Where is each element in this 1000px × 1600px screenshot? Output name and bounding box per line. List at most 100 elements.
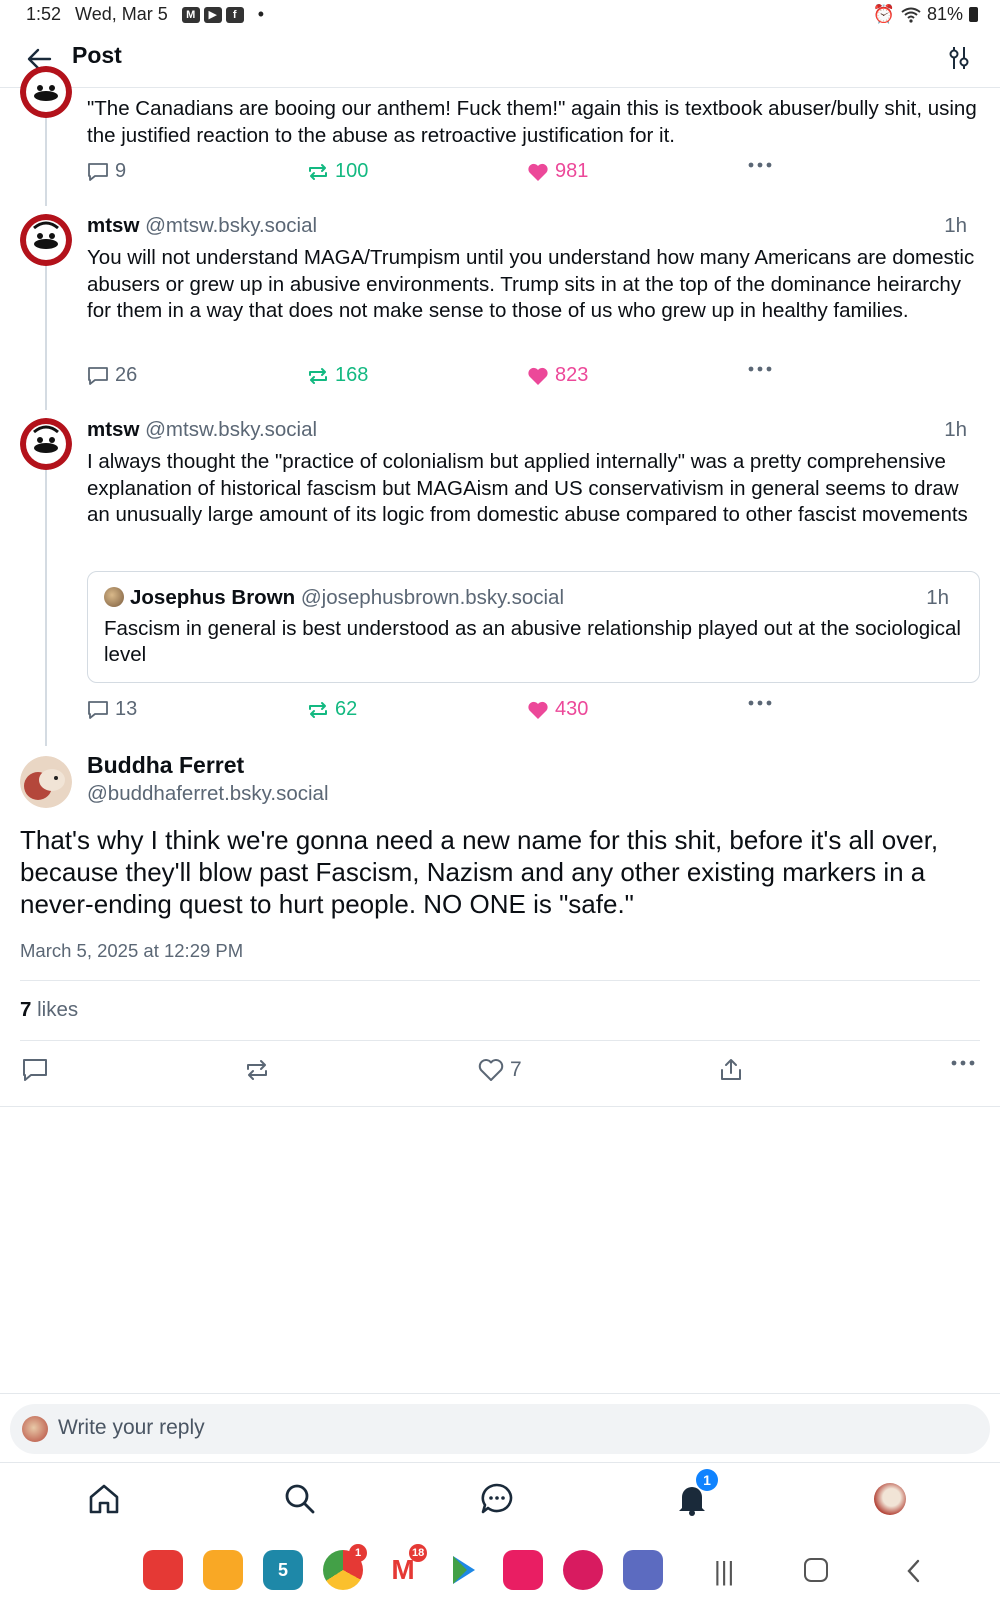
gmail-app-icon[interactable]: M 18 [383,1544,428,1590]
search-icon[interactable] [282,1481,318,1517]
notification-badge: 1 [696,1469,718,1491]
avatar[interactable] [20,418,72,470]
alarm-icon: ⏰ [872,4,895,24]
chrome-app-icon[interactable]: 1 [323,1544,367,1590]
main-post-text: That's why I think we're gonna need a ne… [20,825,939,919]
thread-settings-icon[interactable] [946,44,972,72]
post-actions: 13 62 430 [87,698,787,726]
gallery-app-icon[interactable] [563,1550,603,1590]
like-button[interactable]: 981 [527,160,588,183]
more-options-button[interactable] [747,160,773,170]
ellipsis-icon [748,700,772,706]
share-button[interactable] [718,1058,744,1082]
more-options-button[interactable] [747,364,773,374]
wifi-icon [901,7,921,23]
repost-count: 168 [335,364,369,386]
quote-author-name: Josephus Brown [130,586,296,609]
quote-author-handle: @josephusbrown.bsky.social [300,586,565,609]
gmail-notification-icon: M [181,6,200,23]
reply-placeholder: Write your reply [58,1416,205,1439]
avatar[interactable] [20,214,72,266]
post-timestamp: March 5, 2025 at 12:29 PM [20,940,244,961]
youtube-notification-icon: ▶ [203,6,222,23]
author-handle[interactable]: @mtsw.bsky.social [145,418,317,441]
divider [0,1106,1000,1107]
play-store-app-icon[interactable] [443,1550,483,1590]
reply-button[interactable]: 9 [87,160,126,183]
author-name[interactable]: Buddha Ferret [87,752,244,779]
chat-icon[interactable] [479,1481,515,1517]
author-handle[interactable]: @buddhaferret.bsky.social [87,782,329,806]
more-options-button[interactable] [747,698,773,708]
ellipsis-icon [748,162,772,168]
camera-app-icon[interactable] [503,1550,543,1590]
quoted-post[interactable]: Josephus Brown @josephusbrown.bsky.socia… [87,571,980,683]
author-name[interactable]: mtsw [87,418,139,441]
quote-time: 1h [926,586,949,609]
main-post-actions: 7 [20,1058,980,1088]
chrome-badge: 1 [349,1544,367,1562]
back-nav-icon[interactable] [904,1558,924,1584]
post-actions: 9 100 981 [87,160,787,188]
bottom-navigation: 1 [0,1462,1000,1542]
likes-label: likes [37,998,79,1021]
status-time: 1:52 [26,4,62,24]
repost-count: 100 [335,160,369,182]
status-bar: 1:52 Wed, Mar 5 M ▶ f • ⏰ 81% [0,0,1000,30]
quote-text: Fascism in general is best understood as… [104,617,961,666]
notes-app-icon[interactable] [143,1550,183,1590]
calendar-app-icon[interactable]: 5 [263,1550,303,1590]
notifications-tab[interactable]: 1 [674,1469,718,1517]
repost-icon [309,163,327,180]
quote-header: Josephus Brown @josephusbrown.bsky.socia… [104,586,949,610]
ellipsis-icon [951,1060,975,1066]
like-count: 430 [555,698,589,720]
battery-percent: 81% [926,4,963,24]
recent-apps-button[interactable]: ||| [714,1556,734,1587]
battery-icon [969,7,978,22]
like-count: 981 [555,160,589,182]
divider [0,1393,1000,1394]
heart-filled-icon [528,367,548,385]
post-text: I always thought the "practice of coloni… [87,450,968,526]
more-options-button[interactable] [950,1058,976,1068]
repost-icon [309,367,327,384]
post-text: "The Canadians are booing our anthem! Fu… [87,97,977,147]
author-name[interactable]: mtsw [87,214,139,237]
repost-button[interactable]: 100 [307,160,368,183]
avatar[interactable] [20,66,72,118]
like-count: 7 [510,1058,522,1081]
ellipsis-icon [748,366,772,372]
reply-icon [88,366,108,385]
profile-tab[interactable] [874,1483,906,1515]
repost-button[interactable] [244,1058,270,1082]
like-button[interactable]: 7 [478,1058,522,1082]
post-header: mtsw @mtsw.bsky.social 1h [87,418,967,442]
post-text: You will not understand MAGA/Trumpism un… [87,246,975,322]
gmail-badge: 18 [409,1544,428,1562]
like-button[interactable]: 430 [527,698,588,721]
reply-button[interactable]: 26 [87,364,137,387]
files-app-icon[interactable] [203,1550,243,1590]
reply-count: 26 [115,364,138,386]
author-handle[interactable]: @mtsw.bsky.social [145,214,317,237]
reply-button[interactable]: 13 [87,698,137,721]
divider [20,1040,980,1041]
heart-outline-icon [478,1059,504,1081]
app-drawer-icon[interactable] [623,1550,663,1590]
reply-icon [88,700,108,719]
thread-line [45,470,47,746]
home-icon[interactable] [86,1481,122,1517]
like-button[interactable]: 823 [527,364,588,387]
facebook-notification-icon: f [225,6,244,23]
avatar[interactable] [20,756,72,808]
likes-count: 7 [20,998,32,1021]
likes-summary[interactable]: 7 likes [20,998,78,1022]
reply-button[interactable] [22,1058,48,1082]
top-header: Post [0,30,1000,88]
repost-button[interactable]: 62 [307,698,357,721]
home-nav-button[interactable] [804,1558,828,1582]
repost-button[interactable]: 168 [307,364,368,387]
reply-input[interactable]: Write your reply [10,1404,990,1454]
quote-avatar [104,587,124,607]
